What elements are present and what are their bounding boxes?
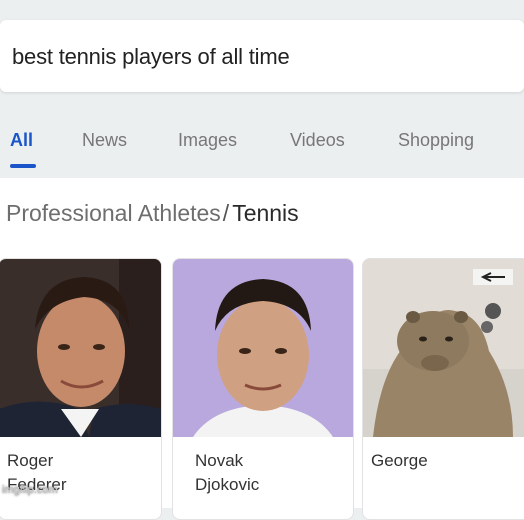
category-breadcrumb: Professional Athletes/Tennis — [6, 200, 299, 227]
capybara-photo — [363, 259, 524, 437]
result-card-federer[interactable]: Roger Federer — [0, 258, 162, 520]
result-name: Novak Djokovic — [195, 451, 260, 494]
subcategory-label: Tennis — [232, 200, 299, 226]
tab-images[interactable]: Images — [178, 130, 237, 151]
category-label[interactable]: Professional Athletes — [6, 200, 221, 226]
djokovic-photo — [173, 259, 353, 437]
federer-photo — [0, 259, 161, 437]
result-card-djokovic[interactable]: Novak Djokovic — [172, 258, 354, 520]
tab-all[interactable]: All — [10, 130, 33, 151]
tab-videos[interactable]: Videos — [290, 130, 345, 151]
active-tab-indicator — [10, 164, 36, 168]
watermark: imgflip.com — [2, 484, 58, 496]
tab-news[interactable]: News — [82, 130, 127, 151]
result-card-george[interactable]: George — [362, 258, 524, 520]
search-tabs: All News Images Videos Shopping — [0, 118, 524, 164]
result-name: George — [371, 451, 428, 470]
tab-shopping[interactable]: Shopping — [398, 130, 474, 151]
category-separator: / — [222, 200, 230, 226]
search-query-text[interactable]: best tennis players of all time — [12, 44, 290, 70]
